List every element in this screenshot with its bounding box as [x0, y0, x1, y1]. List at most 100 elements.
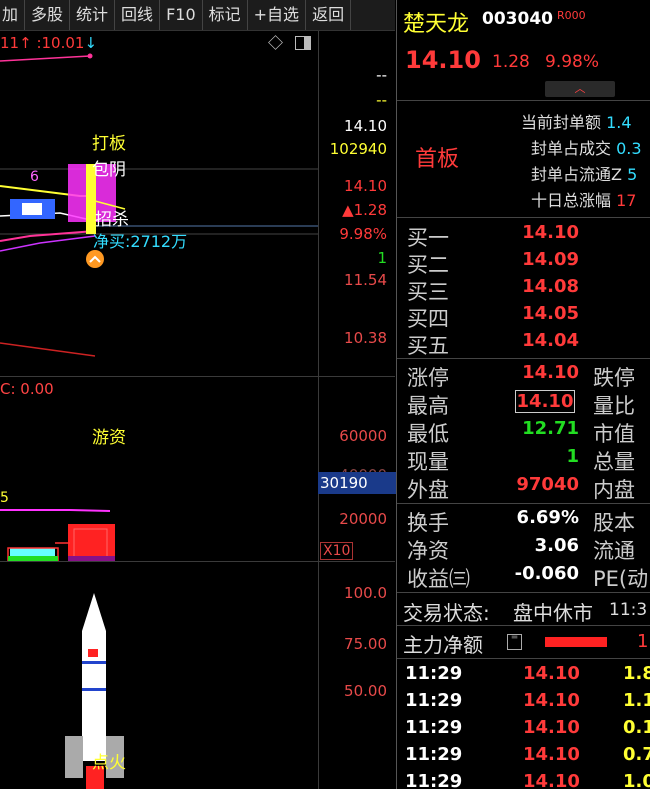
tick-price: 14.10	[523, 663, 580, 684]
menu-item-add[interactable]: 加	[0, 0, 26, 30]
divider	[397, 100, 650, 101]
axis-label: 10.38	[344, 329, 387, 347]
menu-item-add-watchlist[interactable]: +自选	[248, 0, 307, 30]
annotation-num6: 6	[30, 169, 39, 185]
axis-label: 75.00	[344, 635, 387, 653]
axis-label: 102940	[329, 140, 387, 158]
annotation-daban: 打板	[92, 134, 126, 154]
seal-info: 当前封单额 1.4 封单占成交 0.3 封单占流通Z 5 十日总涨幅 17	[521, 110, 642, 214]
rocket-nose	[82, 593, 106, 631]
up-chevron-icon[interactable]	[86, 250, 104, 268]
trade-status-label: 交易状态:	[403, 601, 490, 625]
tick-volume: 1.1	[623, 690, 650, 711]
divider	[397, 358, 650, 359]
order-label: 买二	[407, 253, 449, 277]
red-line	[0, 342, 96, 357]
stat-value: -0.060	[514, 563, 579, 584]
tick-time: 11:29	[405, 744, 463, 765]
stat-label: 跌停	[593, 366, 635, 390]
seal-row: 封单占流通Z 5	[521, 162, 642, 188]
trade-status-time: 11:3	[609, 600, 648, 620]
tick-price: 14.10	[523, 771, 580, 789]
seal-value: 5	[627, 165, 638, 184]
tick-volume: 1.8	[623, 663, 650, 684]
tick-price: 14.10	[523, 744, 580, 765]
rocket-fin	[65, 736, 83, 778]
stat-value: 97040	[516, 474, 579, 495]
stat-value: 14.10	[522, 362, 579, 383]
divider	[397, 625, 650, 626]
stat-value: 3.06	[534, 535, 579, 556]
rocket-stripe	[82, 661, 106, 664]
tick-time: 11:29	[405, 690, 463, 711]
axis-label: --	[376, 66, 387, 84]
list-icon[interactable]: ≡	[507, 633, 522, 650]
axis-label: 1	[377, 249, 387, 267]
menu-item-mark[interactable]: 标记	[203, 0, 248, 30]
stock-price: 14.10	[405, 46, 481, 74]
stock-code: 003040	[482, 9, 553, 29]
main-net-value: 1	[637, 631, 649, 652]
order-label: 买四	[407, 307, 449, 331]
axis-label: 14.10	[344, 177, 387, 195]
order-label: 买五	[407, 334, 449, 358]
board-tag: 首板	[415, 147, 460, 172]
kline-chart-area[interactable]: 11↑ :10.01↓ 打板 包阴 6 招杀 净买:2712万 -- -- 14…	[0, 31, 397, 789]
annotation-net-buy: 净买:2712万	[93, 232, 188, 251]
main-net-label: 主力净额	[403, 633, 483, 657]
order-price: 14.04	[522, 330, 579, 351]
stat-label: 总量	[593, 450, 635, 474]
seal-value: 17	[616, 191, 637, 210]
rocket-pane-svg	[65, 593, 124, 789]
seal-row: 封单占成交 0.3	[521, 136, 642, 162]
menu-item-back[interactable]: 返回	[306, 0, 352, 30]
axis-label: 20000	[339, 510, 387, 528]
seal-label: 封单占成交	[531, 139, 612, 158]
axis-label: 11.54	[344, 271, 387, 289]
seal-label: 十日总涨幅	[531, 191, 612, 210]
tick-volume: 0.7	[623, 744, 650, 765]
menu-item-f10[interactable]: F10	[160, 0, 203, 30]
menu-item-multi-stock[interactable]: 多股	[25, 0, 71, 30]
order-label: 买三	[407, 280, 449, 304]
stock-badge: R000	[557, 9, 586, 22]
stat-label: 股本	[593, 511, 635, 535]
divider	[397, 592, 650, 593]
stock-name: 楚天龙	[403, 12, 470, 37]
price-pane-svg	[0, 53, 318, 357]
stat-value: 1	[566, 446, 579, 467]
tick-volume: 0.1	[623, 717, 650, 738]
menu-item-draw-line[interactable]: 回线	[115, 0, 161, 30]
stat-label: 现量	[407, 450, 449, 474]
stat-label: 市值	[593, 422, 635, 446]
stat-value-boxed[interactable]: 14.10	[515, 390, 575, 413]
stat-label: 内盘	[593, 478, 635, 502]
stat-label: 收益㈢	[407, 567, 470, 591]
collapse-chevron-icon[interactable]: ︿	[545, 81, 615, 97]
pink-line	[0, 230, 96, 242]
ma-line	[0, 55, 91, 62]
stat-label: 外盘	[407, 478, 449, 502]
tick-price: 14.10	[523, 717, 580, 738]
axis-label: --	[376, 91, 387, 109]
volume-pane-svg	[0, 509, 115, 561]
ma-point	[87, 53, 93, 59]
tick-time: 11:29	[405, 663, 463, 684]
stock-pct: 9.98%	[545, 52, 600, 72]
volume-multiplier: X10	[320, 542, 354, 560]
order-price: 14.05	[522, 303, 579, 324]
volume-bar-inner	[73, 528, 108, 560]
tick-volume: 1.0	[623, 771, 650, 789]
rocket-window	[88, 649, 98, 657]
seal-row: 十日总涨幅 17	[521, 188, 642, 214]
seal-value: 0.3	[616, 139, 642, 158]
stat-label: 最低	[407, 422, 449, 446]
main-net-bar	[545, 637, 607, 647]
top-menu-bar: 加 多股 统计 回线 F10 标记 +自选 返回	[0, 0, 395, 31]
divider	[397, 658, 650, 659]
order-price: 14.08	[522, 276, 579, 297]
divider	[397, 217, 650, 218]
axis-label: 50.00	[344, 682, 387, 700]
trade-status-value: 盘中休市	[513, 601, 593, 625]
menu-item-stats[interactable]: 统计	[70, 0, 116, 30]
